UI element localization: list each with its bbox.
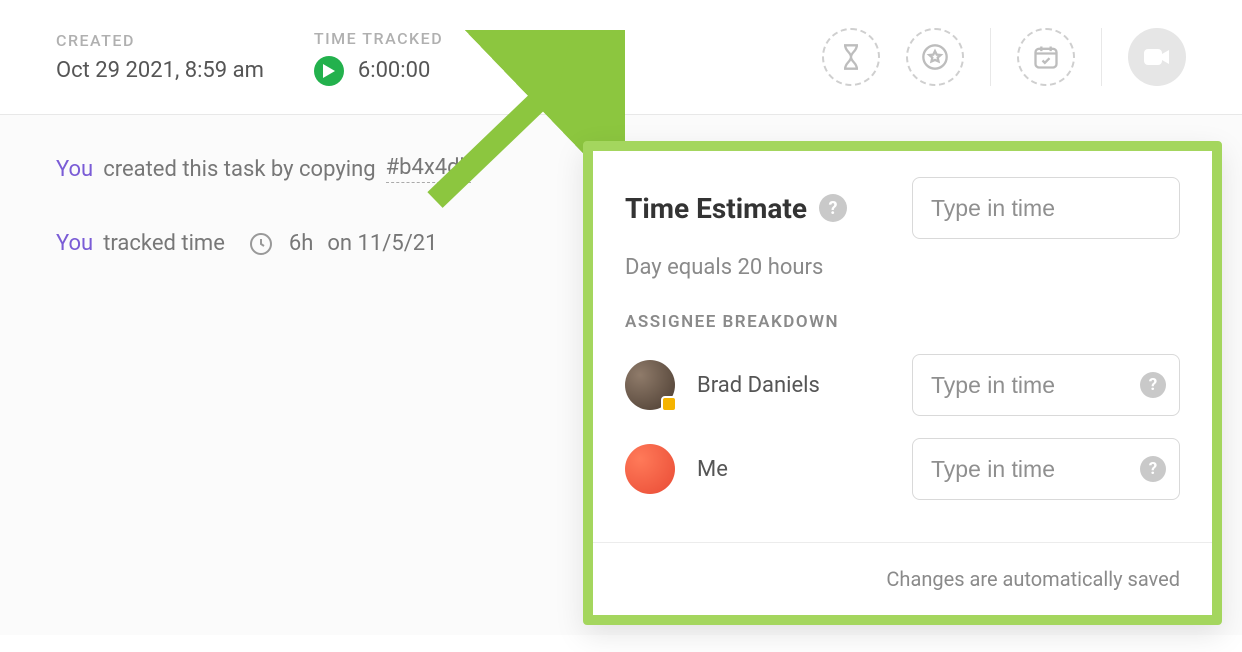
help-icon[interactable]: ? bbox=[1140, 456, 1166, 482]
avatar bbox=[625, 360, 675, 410]
assignee-name: Brad Daniels bbox=[697, 373, 820, 398]
separator bbox=[1101, 28, 1102, 86]
tracked-duration: 6h bbox=[289, 231, 313, 256]
time-tracked-value: 6:00:00 bbox=[358, 58, 430, 83]
popover-title: Time Estimate bbox=[625, 192, 807, 225]
play-icon bbox=[323, 64, 335, 78]
status-indicator bbox=[661, 396, 677, 412]
created-block: CREATED Oct 29 2021, 8:59 am bbox=[56, 31, 264, 83]
calendar-check-icon bbox=[1032, 43, 1060, 71]
assignee-row: Me ? bbox=[625, 438, 1180, 500]
due-date-button[interactable] bbox=[1017, 28, 1075, 86]
sprint-points-button[interactable] bbox=[906, 28, 964, 86]
actor-you: You bbox=[56, 157, 93, 182]
activity-text: created this task by copying bbox=[103, 157, 375, 182]
video-call-button[interactable] bbox=[1128, 28, 1186, 86]
star-icon bbox=[921, 43, 949, 71]
activity-text: tracked time bbox=[103, 231, 225, 256]
time-tracked-block: TIME TRACKED 6:00:00 bbox=[314, 29, 443, 86]
assignee-name: Me bbox=[697, 457, 728, 482]
tracked-date: on 11/5/21 bbox=[327, 231, 437, 256]
separator bbox=[990, 28, 991, 86]
task-top-bar: CREATED Oct 29 2021, 8:59 am TIME TRACKE… bbox=[0, 0, 1242, 115]
icon-actions-row bbox=[822, 28, 1186, 86]
created-label: CREATED bbox=[56, 31, 264, 50]
time-estimate-button[interactable] bbox=[822, 28, 880, 86]
hourglass-icon bbox=[837, 43, 865, 71]
popover-footer-note: Changes are automatically saved bbox=[593, 542, 1212, 615]
time-tracked-label: TIME TRACKED bbox=[314, 29, 443, 48]
help-icon[interactable]: ? bbox=[1140, 372, 1166, 398]
time-estimate-popover: Time Estimate ? Day equals 20 hours ASSI… bbox=[583, 141, 1222, 625]
created-value: Oct 29 2021, 8:59 am bbox=[56, 58, 264, 83]
start-tracking-button[interactable] bbox=[314, 56, 344, 86]
popover-subtitle: Day equals 20 hours bbox=[625, 255, 1180, 280]
assignee-row: Brad Daniels ? bbox=[625, 354, 1180, 416]
source-task-link[interactable]: #b4x4dk bbox=[386, 155, 471, 183]
assignee-breakdown-label: ASSIGNEE BREAKDOWN bbox=[625, 312, 1180, 332]
video-camera-icon bbox=[1143, 47, 1171, 67]
clock-icon bbox=[249, 232, 273, 256]
help-icon[interactable]: ? bbox=[819, 194, 847, 222]
actor-you: You bbox=[56, 231, 93, 256]
avatar bbox=[625, 444, 675, 494]
time-estimate-input[interactable] bbox=[912, 177, 1180, 239]
